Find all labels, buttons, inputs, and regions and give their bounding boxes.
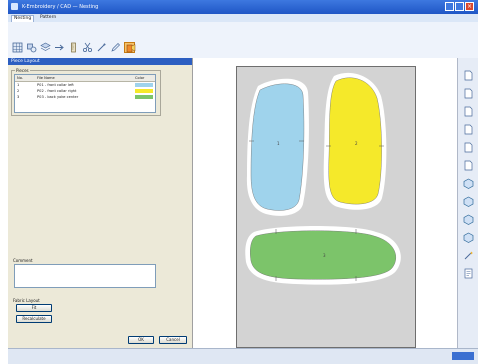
header-number[interactable]: No. (17, 75, 23, 81)
list-item[interactable]: 3 P03 - back yoke center (15, 94, 155, 100)
minimize-button[interactable] (445, 2, 454, 11)
ribbon-tabs: Nesting Pattern (8, 14, 478, 22)
piece-label-2: 2 (355, 141, 358, 146)
piece-label-3: 3 (323, 253, 326, 258)
fabric-layout-label: Fabric Layout (13, 298, 40, 303)
cancel-button[interactable]: Cancel (159, 336, 187, 344)
list-header: No. File Name Color (15, 75, 155, 82)
layers-icon[interactable] (40, 42, 51, 53)
page-icon[interactable] (463, 106, 474, 117)
page-icon[interactable] (463, 88, 474, 99)
pen-icon[interactable] (110, 42, 121, 53)
needle-icon[interactable] (96, 42, 107, 53)
status-bar (8, 348, 478, 364)
cube-icon[interactable] (463, 196, 474, 207)
canvas-area[interactable]: 1 2 3 (193, 58, 457, 348)
color-swatch (135, 83, 153, 87)
shapes-icon[interactable] (26, 42, 37, 53)
row-number: 3 (17, 95, 20, 99)
app-icon (11, 3, 18, 10)
title-bar: K-Embroidery / CAD — Nesting × (8, 0, 478, 14)
recalculate-button[interactable]: Recalculate (16, 315, 52, 323)
fabric-sheet[interactable]: 1 2 3 (236, 66, 416, 348)
row-name: P03 - back yoke center (37, 95, 79, 99)
ruler-icon[interactable] (68, 42, 79, 53)
tab-pattern[interactable]: Pattern (38, 15, 58, 21)
wand-icon[interactable] (463, 250, 474, 261)
piece-label-1: 1 (277, 141, 280, 146)
window-controls: × (445, 2, 474, 11)
cube-icon[interactable] (463, 178, 474, 189)
pieces-group-label: Pieces (15, 68, 30, 73)
paint-icon[interactable] (124, 42, 136, 53)
maximize-button[interactable] (455, 2, 464, 11)
page-icon[interactable] (463, 70, 474, 81)
pieces-list[interactable]: No. File Name Color 1 P01 - front collar… (14, 74, 156, 113)
doc-icon[interactable] (463, 268, 474, 279)
close-button[interactable]: × (465, 2, 474, 11)
cube-icon[interactable] (463, 214, 474, 225)
scissors-icon[interactable] (82, 42, 93, 53)
status-indicator (452, 352, 474, 360)
right-toolbar (457, 58, 478, 348)
tab-nesting[interactable]: Nesting (11, 15, 35, 22)
pieces-layout (245, 72, 401, 285)
window-title: K-Embroidery / CAD — Nesting (22, 4, 99, 10)
page-icon[interactable] (463, 142, 474, 153)
comment-field[interactable] (14, 264, 156, 288)
arrow-icon[interactable] (54, 42, 65, 53)
page-icon[interactable] (463, 160, 474, 171)
left-panel: Piece Layout Pieces No. File Name Color … (8, 58, 193, 348)
color-swatch (135, 95, 153, 99)
cube-icon[interactable] (463, 232, 474, 243)
toolbar (8, 22, 478, 59)
panel-title: Piece Layout (8, 58, 192, 65)
header-name[interactable]: File Name (37, 75, 55, 81)
header-color[interactable]: Color (135, 75, 144, 81)
fit-button[interactable]: Fit (16, 304, 52, 312)
color-swatch (135, 89, 153, 93)
ok-button[interactable]: OK (128, 336, 154, 344)
grid-icon[interactable] (12, 42, 23, 53)
page-icon[interactable] (463, 124, 474, 135)
piece-1 (250, 83, 305, 211)
comment-label: Comment (13, 258, 33, 263)
